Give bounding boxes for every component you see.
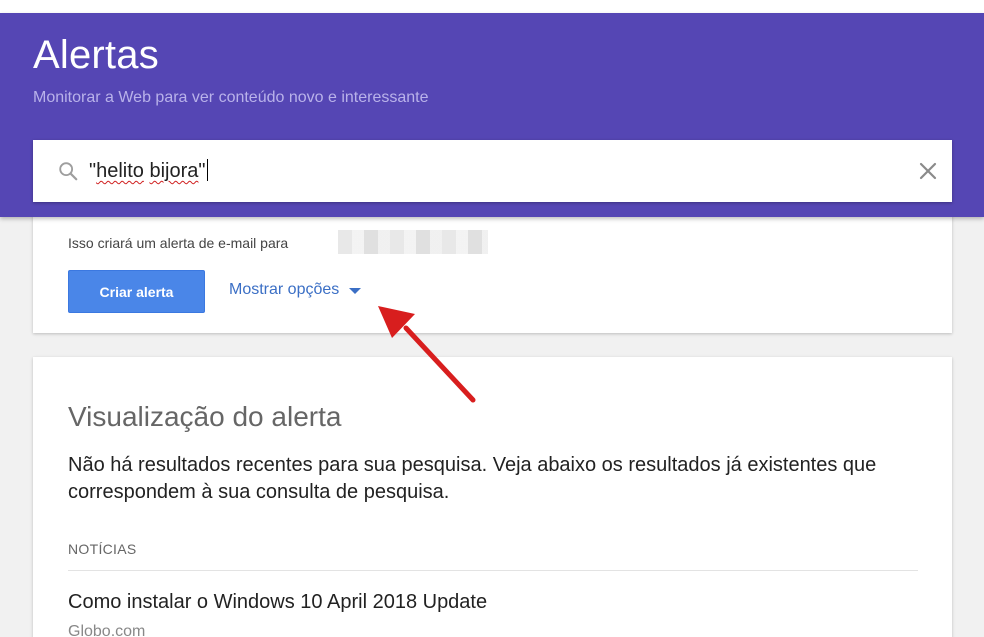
caret-down-icon: [349, 288, 362, 294]
alert-preview-card: Visualização do alerta Não há resultados…: [33, 357, 952, 637]
search-input[interactable]: "helito bijora": [33, 140, 952, 202]
show-options-label: Mostrar opções: [229, 281, 340, 298]
email-note: Isso criará um alerta de e-mail para: [68, 235, 289, 251]
alerts-page: Isso criará um alerta de e-mail para Cri…: [0, 0, 984, 637]
no-results-message: Não há resultados recentes para sua pesq…: [68, 454, 877, 503]
text-cursor: [206, 159, 208, 181]
search-query[interactable]: "helito bijora": [89, 159, 208, 183]
divider: [68, 570, 918, 571]
create-alert-button[interactable]: Criar alerta: [68, 270, 205, 313]
search-query-word1: helito: [96, 160, 144, 182]
close-icon[interactable]: [918, 161, 938, 181]
page-subtitle: Monitorar a Web para ver conteúdo novo e…: [33, 89, 429, 106]
result-title-link[interactable]: Como instalar o Windows 10 April 2018 Up…: [68, 591, 487, 614]
result-source: Globo.com: [68, 623, 146, 637]
search-query-suffix: ": [198, 160, 206, 182]
redacted-email: [338, 230, 488, 254]
search-icon: [59, 162, 78, 181]
news-section-heading: NOTÍCIAS: [68, 541, 137, 557]
show-options-link[interactable]: Mostrar opções: [229, 281, 362, 299]
search-query-word2: bijora: [149, 160, 199, 182]
page-title: Alertas: [33, 33, 159, 77]
preview-title: Visualização do alerta: [68, 401, 342, 432]
red-arrow-annotation: [378, 306, 476, 403]
create-alert-card: Isso criará um alerta de e-mail para Cri…: [33, 200, 952, 333]
header: Alertas Monitorar a Web para ver conteúd…: [0, 13, 984, 217]
top-strip: [0, 0, 984, 13]
